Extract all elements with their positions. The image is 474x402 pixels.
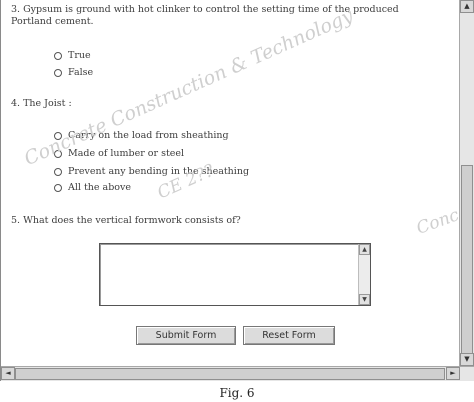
browser-frame: 3. Gypsum is ground with hot clinker to … [0,0,474,381]
reset-form-button[interactable]: Reset Form [243,326,335,345]
question-4-text: 4. The Joist : [11,98,72,109]
q4-option-4[interactable]: All the above [54,182,131,193]
option-label: All the above [68,182,131,193]
answer-textarea[interactable]: ▲ ▼ [99,243,371,306]
option-label: Made of lumber or steel [68,148,185,159]
radio-button[interactable] [54,183,62,192]
scroll-up-icon[interactable]: ▲ [359,244,370,255]
radio-button[interactable] [54,167,62,176]
horizontal-scroll-thumb[interactable] [15,368,445,380]
question-5-text: 5. What does the vertical formwork consi… [11,215,241,226]
textarea-scrollbar[interactable]: ▲ ▼ [358,244,370,305]
watermark-logo: Concrete Construction & Technology [21,5,356,170]
vertical-scrollbar[interactable]: ▲ ▼ [459,0,474,366]
watermark-text: Concrete Construction & Technology [21,4,357,171]
scroll-left-icon[interactable]: ◄ [1,367,15,380]
radio-button[interactable] [54,51,62,60]
horizontal-scrollbar[interactable]: ◄ ► [1,366,474,381]
form-content: 3. Gypsum is ground with hot clinker to … [1,0,459,366]
q4-option-1[interactable]: Carry on the load from sheathing [54,130,229,141]
radio-button[interactable] [54,68,62,77]
q3-option-false[interactable]: False [54,67,93,78]
scroll-right-icon[interactable]: ► [446,367,460,380]
question-3-text: 3. Gypsum is ground with hot clinker to … [11,4,399,27]
option-label: False [68,67,94,78]
watermark-logo-side: Conc [414,205,459,239]
watermark-text-3: Conc [413,205,459,239]
q4-option-3[interactable]: Prevent any bending in the sheathing [54,166,249,177]
radio-button[interactable] [54,131,62,140]
figure-caption: Fig. 6 [219,386,255,400]
radio-button[interactable] [54,149,62,158]
option-label: Carry on the load from sheathing [68,130,229,141]
submit-form-button[interactable]: Submit Form [136,326,236,345]
vertical-scroll-thumb[interactable] [461,165,473,355]
scroll-down-icon[interactable]: ▼ [460,353,474,366]
scroll-down-icon[interactable]: ▼ [359,294,370,305]
scroll-up-icon[interactable]: ▲ [460,0,474,13]
q3-option-true[interactable]: True [54,50,91,61]
option-label: Prevent any bending in the sheathing [68,166,250,177]
q4-option-2[interactable]: Made of lumber or steel [54,148,184,159]
option-label: True [68,50,91,61]
